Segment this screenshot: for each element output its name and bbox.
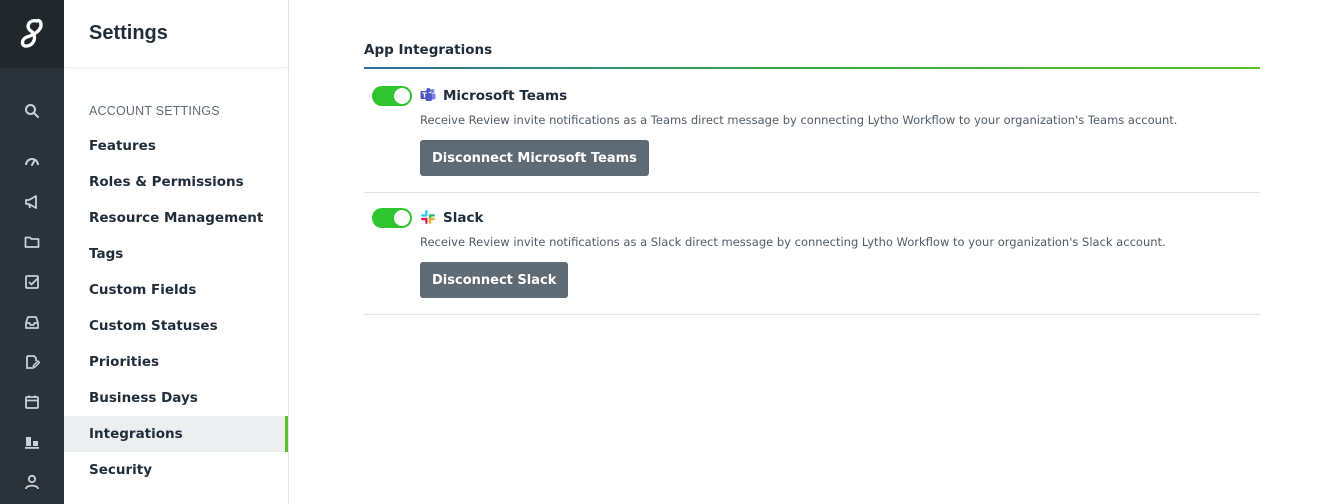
- app-rail: [0, 0, 64, 504]
- sidebar-item-integrations[interactable]: Integrations: [64, 416, 288, 452]
- integration-microsoft-teams: Microsoft Teams Receive Review invite no…: [364, 69, 1260, 193]
- teams-description: Receive Review invite notifications as a…: [420, 113, 1178, 127]
- user-icon[interactable]: [20, 470, 44, 494]
- sidebar-item-tags[interactable]: Tags: [64, 236, 288, 272]
- chart-icon[interactable]: [20, 430, 44, 454]
- disconnect-teams-button[interactable]: Disconnect Microsoft Teams: [420, 140, 649, 176]
- folder-icon[interactable]: [20, 230, 44, 254]
- sidebar-item-custom-statuses[interactable]: Custom Statuses: [64, 308, 288, 344]
- page-title: Settings: [89, 22, 168, 44]
- inbox-icon[interactable]: [20, 310, 44, 334]
- slack-toggle[interactable]: [372, 208, 412, 228]
- toggle-knob: [394, 210, 410, 226]
- settings-sidebar: Settings ACCOUNT SETTINGS Features Roles…: [64, 0, 289, 504]
- account-settings-label: ACCOUNT SETTINGS: [89, 104, 220, 118]
- sidebar-item-custom-fields[interactable]: Custom Fields: [64, 272, 288, 308]
- sidebar-header: Settings: [64, 0, 288, 68]
- sidebar-item-priorities[interactable]: Priorities: [64, 344, 288, 380]
- task-check-icon[interactable]: [20, 270, 44, 294]
- teams-name: Microsoft Teams: [443, 88, 568, 104]
- slack-name: Slack: [443, 210, 484, 226]
- sidebar-item-security[interactable]: Security: [64, 452, 288, 488]
- edit-document-icon[interactable]: [20, 350, 44, 374]
- lytho-logo[interactable]: [0, 0, 64, 68]
- teams-toggle[interactable]: [372, 86, 412, 106]
- sidebar-item-features[interactable]: Features: [64, 128, 288, 164]
- megaphone-icon[interactable]: [20, 190, 44, 214]
- search-icon[interactable]: [20, 99, 44, 123]
- sidebar-item-business-days[interactable]: Business Days: [64, 380, 288, 416]
- toggle-knob: [394, 88, 410, 104]
- settings-nav: Features Roles & Permissions Resource Ma…: [64, 128, 288, 488]
- gauge-icon[interactable]: [20, 149, 44, 173]
- app-integrations-title: App Integrations: [364, 42, 493, 58]
- slack-description: Receive Review invite notifications as a…: [420, 235, 1166, 249]
- sidebar-item-roles-permissions[interactable]: Roles & Permissions: [64, 164, 288, 200]
- slack-icon: [420, 209, 436, 225]
- calendar-icon[interactable]: [20, 390, 44, 414]
- disconnect-slack-button[interactable]: Disconnect Slack: [420, 262, 569, 298]
- integration-slack: Slack Receive Review invite notification…: [364, 193, 1260, 315]
- sidebar-item-resource-management[interactable]: Resource Management: [64, 200, 288, 236]
- microsoft-teams-icon: [420, 87, 436, 103]
